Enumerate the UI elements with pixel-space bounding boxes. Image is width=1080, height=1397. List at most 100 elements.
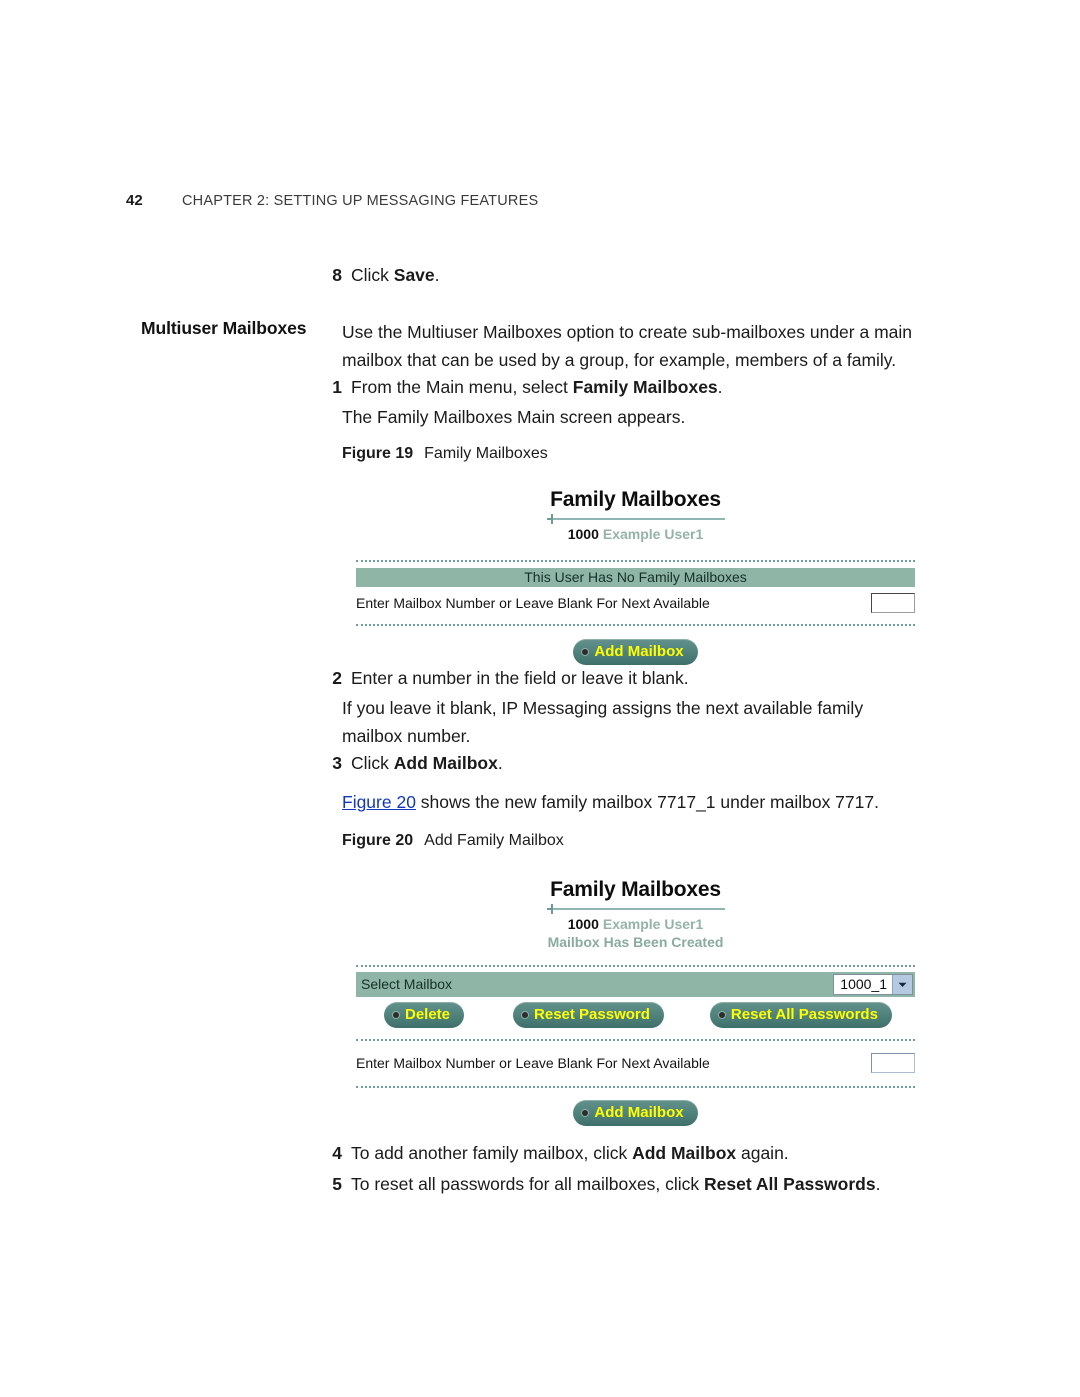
step-1-number: 1 [332,377,342,397]
divider-middle [356,1039,915,1041]
step-4: 4 To add another family mailbox, click A… [332,1139,962,1168]
figure-19-text: Family Mailboxes [424,445,548,462]
step-4-text: To add another family mailbox, click Add… [351,1139,789,1168]
add-mailbox-button-label: Add Mailbox [594,1104,684,1121]
mailbox-number-field-label: Enter Mailbox Number or Leave Blank For … [356,1055,710,1071]
mailbox-owner-name: Example User1 [602,916,704,932]
step-2-followup: If you leave it blank, IP Messaging assi… [342,698,864,746]
figure-20-text: Add Family Mailbox [424,832,564,849]
select-mailbox-bar: Select Mailbox 1000_1 [356,972,915,997]
title-rule [546,514,725,524]
delete-button[interactable]: Delete [384,1002,465,1028]
step-2: 2 Enter a number in the field or leave i… [332,664,942,693]
mailbox-number-field-label: Enter Mailbox Number or Leave Blank For … [356,595,710,611]
document-page: 42 CHAPTER 2: SETTING UP MESSAGING FEATU… [0,0,1080,1397]
step-4-post: again. [736,1143,789,1163]
rule-line [552,908,725,910]
creation-message: Mailbox Has Been Created [356,933,915,951]
bullet-icon [582,1109,589,1116]
step-3-pre: Click [351,753,394,773]
step-3-number: 3 [332,753,342,773]
mailbox-number-input[interactable] [871,593,915,613]
delete-button-label: Delete [405,1006,451,1023]
reset-all-passwords-button-label: Reset All Passwords [730,1006,878,1023]
step-5-text: To reset all passwords for all mailboxes… [351,1170,880,1199]
running-header: 42 CHAPTER 2: SETTING UP MESSAGING FEATU… [126,192,538,209]
step-4-number: 4 [332,1143,342,1163]
step-5-bold: Reset All Passwords [704,1174,876,1194]
figure-20-caption: Figure 20 Add Family Mailbox [342,832,564,850]
reset-password-button-label: Reset Password [534,1006,650,1023]
step-1-followup: The Family Mailboxes Main screen appears… [342,407,686,427]
step-1: 1 From the Main menu, select Family Mail… [332,373,942,402]
step-1-bold: Family Mailboxes [572,377,718,397]
step-5: 5 To reset all passwords for all mailbox… [332,1170,962,1199]
select-mailbox-value: 1000_1 [840,976,887,992]
add-mailbox-button-row: Add Mailbox [356,1100,915,1126]
mailbox-identity: 1000 Example User1 [356,915,915,933]
section-intro: Use the Multiuser Mailboxes option to cr… [342,322,913,370]
step-1-post: . [717,377,723,397]
status-bar: This User Has No Family Mailboxes [356,568,915,587]
figure-19-label: Figure 19 [342,445,414,462]
step-5-post: . [875,1174,881,1194]
figure-20-crossref-rest: shows the new family mailbox 7717_1 unde… [415,792,879,812]
add-mailbox-button-label: Add Mailbox [594,643,684,660]
screenshot-family-mailboxes-created: Family Mailboxes 1000 Example User1 Mailb… [356,878,915,1126]
divider-top [356,560,915,562]
screenshot-family-mailboxes-empty: Family Mailboxes 1000 Example User1 This … [356,488,915,665]
mailbox-number-input[interactable] [871,1053,915,1073]
chapter-title: CHAPTER 2: SETTING UP MESSAGING FEATURES [182,193,539,209]
mailbox-actions-row: Delete Reset Password Reset All Password… [356,1002,915,1028]
mailbox-owner-name: Example User1 [602,526,704,542]
mailbox-number-field-row: Enter Mailbox Number or Leave Blank For … [356,592,915,614]
app-title: Family Mailboxes [550,488,721,511]
page-number: 42 [126,192,143,209]
add-mailbox-button[interactable]: Add Mailbox [573,639,698,665]
step-2-text: Enter a number in the field or leave it … [351,668,689,688]
step-3-text: Click Add Mailbox. [351,749,503,778]
bullet-icon [522,1011,529,1018]
mailbox-number: 1000 [567,916,599,932]
figure-20-crossref: Figure 20 shows the new family mailbox 7… [342,788,962,816]
step-2-number: 2 [332,668,342,688]
step-3-post: . [497,753,503,773]
chevron-down-icon[interactable] [892,975,912,994]
step-8: 8 Click Save. [332,261,942,290]
divider-bottom [356,1086,915,1088]
step-5-pre: To reset all passwords for all mailboxes… [351,1174,705,1194]
step-4-pre: To add another family mailbox, click [351,1143,633,1163]
bullet-icon [718,1011,725,1018]
step-8-pre: Click [351,265,394,285]
mailbox-identity: 1000 Example User1 [356,525,915,543]
step-3: 3 Click Add Mailbox. [332,749,942,778]
step-8-number: 8 [332,265,342,285]
bullet-icon [582,648,589,655]
reset-all-passwords-button[interactable]: Reset All Passwords [709,1002,892,1028]
figure-19-caption: Figure 19 Family Mailboxes [342,445,548,463]
figure-20-link[interactable]: Figure 20 [342,792,416,812]
figure-20-label: Figure 20 [342,832,414,849]
divider-top [356,965,915,967]
mailbox-number-field-row: Enter Mailbox Number or Leave Blank For … [356,1052,915,1074]
step-8-post: . [434,265,440,285]
add-mailbox-button[interactable]: Add Mailbox [573,1100,698,1126]
app-title: Family Mailboxes [550,878,721,901]
creation-message-text: Mailbox Has Been Created [547,934,724,950]
divider-bottom [356,624,915,626]
step-1-text: From the Main menu, select Family Mailbo… [351,373,723,402]
mailbox-number: 1000 [567,526,599,542]
step-8-bold: Save [393,265,435,285]
add-mailbox-button-row: Add Mailbox [356,639,915,665]
step-4-bold: Add Mailbox [632,1143,737,1163]
step-1-pre: From the Main menu, select [351,377,573,397]
select-mailbox-dropdown[interactable]: 1000_1 [833,974,913,995]
bullet-icon [393,1011,399,1018]
rule-line [552,518,725,520]
title-rule [546,904,725,914]
section-side-label: Multiuser Mailboxes [141,318,307,338]
step-8-text: Click Save. [351,261,440,290]
step-5-number: 5 [332,1174,342,1194]
step-3-bold: Add Mailbox [393,753,498,773]
reset-password-button[interactable]: Reset Password [513,1002,664,1028]
